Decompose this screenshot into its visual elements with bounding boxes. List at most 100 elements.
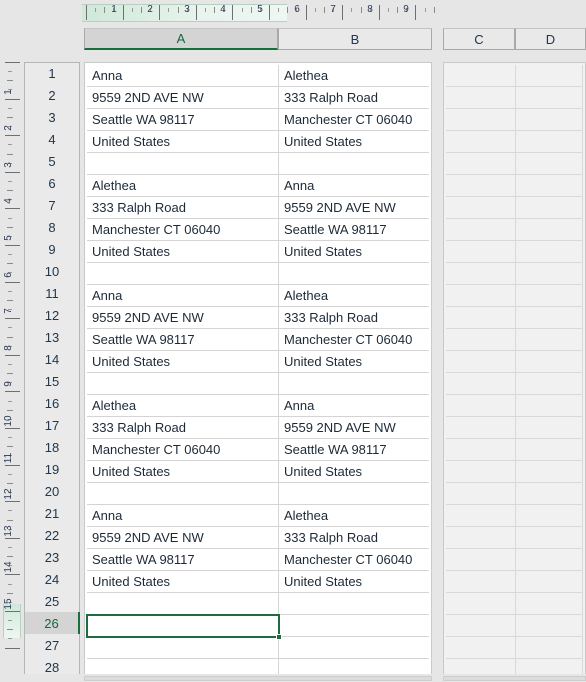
row-header-9[interactable]: 9 — [24, 238, 80, 261]
cell-C18[interactable] — [446, 439, 516, 461]
cell-C2[interactable] — [446, 87, 516, 109]
cell-D10[interactable] — [516, 263, 583, 285]
cell-A3[interactable]: Seattle WA 98117 — [87, 109, 279, 131]
cell-A24[interactable]: United States — [87, 571, 279, 593]
fill-handle[interactable] — [276, 634, 282, 640]
cell-B15[interactable] — [279, 373, 429, 395]
cell-D3[interactable] — [516, 109, 583, 131]
cell-D22[interactable] — [516, 527, 583, 549]
cell-C13[interactable] — [446, 329, 516, 351]
cell-A23[interactable]: Seattle WA 98117 — [87, 549, 279, 571]
cell-B7[interactable]: 9559 2ND AVE NW — [279, 197, 429, 219]
cell-C21[interactable] — [446, 505, 516, 527]
cell-B11[interactable]: Alethea — [279, 285, 429, 307]
cell-C11[interactable] — [446, 285, 516, 307]
cell-C7[interactable] — [446, 197, 516, 219]
cell-A21[interactable]: Anna — [87, 505, 279, 527]
cell-D27[interactable] — [516, 637, 583, 659]
row-header-14[interactable]: 14 — [24, 348, 80, 371]
cell-D21[interactable] — [516, 505, 583, 527]
row-header-25[interactable]: 25 — [24, 590, 80, 613]
cell-D11[interactable] — [516, 285, 583, 307]
horizontal-scrollbar-side[interactable] — [443, 676, 586, 681]
cell-B24[interactable]: United States — [279, 571, 429, 593]
cell-D9[interactable] — [516, 241, 583, 263]
cell-D2[interactable] — [516, 87, 583, 109]
row-header-22[interactable]: 22 — [24, 524, 80, 547]
cell-D25[interactable] — [516, 593, 583, 615]
cell-C14[interactable] — [446, 351, 516, 373]
vertical-ruler[interactable]: 1 2 3 4 5 6 7 8 9 10 11 12 13 14 15 — [0, 26, 24, 682]
cell-B4[interactable]: United States — [279, 131, 429, 153]
cell-C17[interactable] — [446, 417, 516, 439]
cell-A16[interactable]: Alethea — [87, 395, 279, 417]
row-header-26[interactable]: 26 — [24, 612, 80, 635]
cell-B3[interactable]: Manchester CT 06040 — [279, 109, 429, 131]
cell-C3[interactable] — [446, 109, 516, 131]
cell-C6[interactable] — [446, 175, 516, 197]
cell-B18[interactable]: Seattle WA 98117 — [279, 439, 429, 461]
row-header-10[interactable]: 10 — [24, 260, 80, 283]
cell-B9[interactable]: United States — [279, 241, 429, 263]
column-header-d[interactable]: D — [515, 28, 586, 50]
cell-B16[interactable]: Anna — [279, 395, 429, 417]
row-header-2[interactable]: 2 — [24, 84, 80, 107]
cell-C20[interactable] — [446, 483, 516, 505]
cell-A5[interactable] — [87, 153, 279, 175]
cell-C19[interactable] — [446, 461, 516, 483]
cell-B14[interactable]: United States — [279, 351, 429, 373]
cell-C5[interactable] — [446, 153, 516, 175]
cell-D17[interactable] — [516, 417, 583, 439]
cell-D24[interactable] — [516, 571, 583, 593]
cell-B13[interactable]: Manchester CT 06040 — [279, 329, 429, 351]
row-header-7[interactable]: 7 — [24, 194, 80, 217]
cell-D15[interactable] — [516, 373, 583, 395]
horizontal-ruler[interactable]: 1 2 3 4 5 6 7 8 9 — [0, 0, 586, 26]
cell-C25[interactable] — [446, 593, 516, 615]
cell-A8[interactable]: Manchester CT 06040 — [87, 219, 279, 241]
cell-A17[interactable]: 333 Ralph Road — [87, 417, 279, 439]
cell-A25[interactable] — [87, 593, 279, 615]
row-header-17[interactable]: 17 — [24, 414, 80, 437]
cell-A26[interactable] — [87, 615, 279, 637]
cell-A20[interactable] — [87, 483, 279, 505]
cell-D26[interactable] — [516, 615, 583, 637]
cell-D4[interactable] — [516, 131, 583, 153]
cell-B8[interactable]: Seattle WA 98117 — [279, 219, 429, 241]
cell-A15[interactable] — [87, 373, 279, 395]
row-header-6[interactable]: 6 — [24, 172, 80, 195]
row-header-21[interactable]: 21 — [24, 502, 80, 525]
row-header-13[interactable]: 13 — [24, 326, 80, 349]
worksheet-page-secondary[interactable] — [443, 62, 586, 682]
cell-B5[interactable] — [279, 153, 429, 175]
cell-D14[interactable] — [516, 351, 583, 373]
cell-B10[interactable] — [279, 263, 429, 285]
row-header-27[interactable]: 27 — [24, 634, 80, 657]
cell-B27[interactable] — [279, 637, 429, 659]
cell-D19[interactable] — [516, 461, 583, 483]
cell-B2[interactable]: 333 Ralph Road — [279, 87, 429, 109]
cell-D18[interactable] — [516, 439, 583, 461]
cell-B22[interactable]: 333 Ralph Road — [279, 527, 429, 549]
cell-A6[interactable]: Alethea — [87, 175, 279, 197]
row-header-23[interactable]: 23 — [24, 546, 80, 569]
cell-D13[interactable] — [516, 329, 583, 351]
cell-A22[interactable]: 9559 2ND AVE NW — [87, 527, 279, 549]
cell-A4[interactable]: United States — [87, 131, 279, 153]
cell-A14[interactable]: United States — [87, 351, 279, 373]
cell-B25[interactable] — [279, 593, 429, 615]
column-header-b[interactable]: B — [278, 28, 432, 50]
cell-C22[interactable] — [446, 527, 516, 549]
row-header-8[interactable]: 8 — [24, 216, 80, 239]
cell-C27[interactable] — [446, 637, 516, 659]
cell-C15[interactable] — [446, 373, 516, 395]
cell-A19[interactable]: United States — [87, 461, 279, 483]
cell-A9[interactable]: United States — [87, 241, 279, 263]
cell-B17[interactable]: 9559 2ND AVE NW — [279, 417, 429, 439]
row-header-11[interactable]: 11 — [24, 282, 80, 305]
cell-A27[interactable] — [87, 637, 279, 659]
cell-C16[interactable] — [446, 395, 516, 417]
cell-C10[interactable] — [446, 263, 516, 285]
row-header-3[interactable]: 3 — [24, 106, 80, 129]
cell-B19[interactable]: United States — [279, 461, 429, 483]
